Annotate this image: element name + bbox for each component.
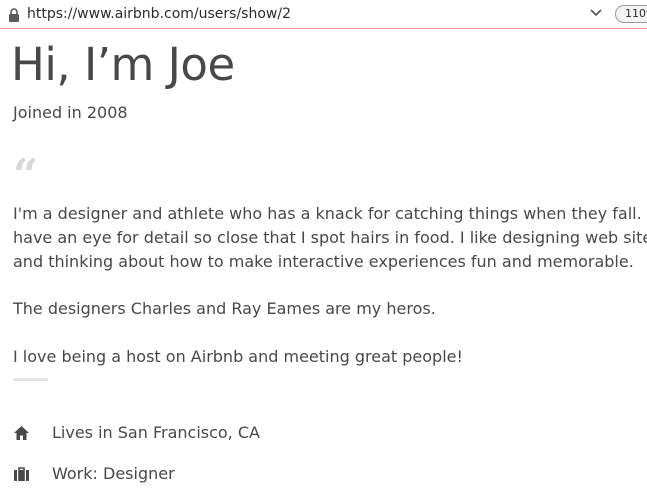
location-text: Lives in San Francisco, CA	[52, 423, 260, 442]
about-paragraph-1: I'm a designer and athlete who has a kna…	[13, 204, 647, 271]
url-text[interactable]: https://www.airbnb.com/users/show/2	[27, 6, 291, 22]
browser-address-bar[interactable]: https://www.airbnb.com/users/show/2 110%	[0, 0, 647, 29]
page-title: Hi, I’m Joe	[11, 38, 235, 91]
zoom-level-badge[interactable]: 110%	[615, 5, 647, 23]
quote-mark-icon: “	[13, 150, 39, 201]
lock-icon	[9, 8, 19, 22]
about-paragraph-2: The designers Charles and Ray Eames are …	[13, 299, 436, 318]
briefcase-icon	[14, 467, 29, 481]
about-paragraph-3: I love being a host on Airbnb and meetin…	[13, 347, 463, 366]
joined-date: Joined in 2008	[13, 103, 128, 122]
home-icon	[14, 426, 29, 440]
chevron-down-icon[interactable]	[589, 8, 603, 18]
work-text: Work: Designer	[52, 464, 175, 483]
section-divider	[13, 378, 48, 381]
